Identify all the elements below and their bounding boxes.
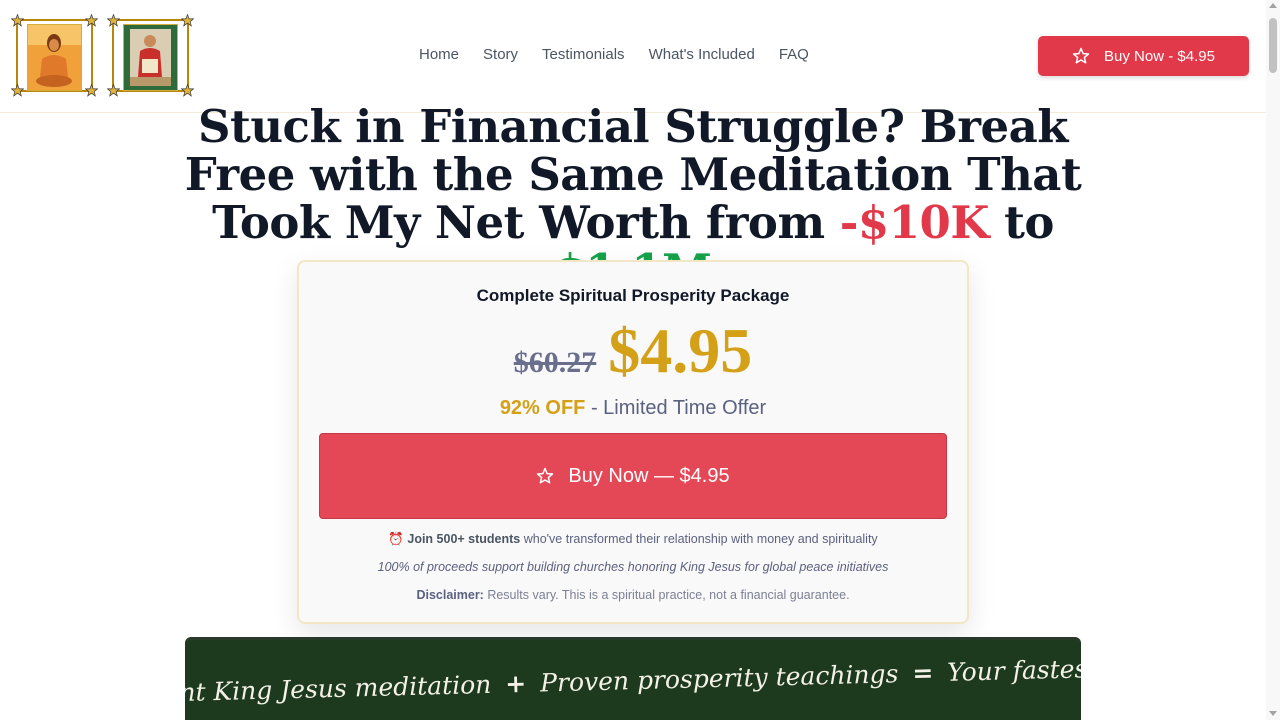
- main-buy-now-label: Buy Now — $4.95: [568, 464, 730, 487]
- headline-negative-value: -$10K: [839, 196, 990, 249]
- students-count: Join 500+ students: [407, 532, 521, 546]
- nav-faq[interactable]: FAQ: [779, 46, 809, 63]
- star-outline-icon: [1072, 47, 1090, 64]
- nav-home[interactable]: Home: [419, 46, 459, 63]
- disclaimer-note: Disclaimer: Results vary. This is a spir…: [299, 588, 967, 602]
- proceeds-note: 100% of proceeds support building church…: [377, 560, 889, 574]
- discount-text: - Limited Time Offer: [585, 397, 767, 419]
- star-icon: [11, 14, 24, 27]
- king-jesus-portrait-image: [123, 24, 178, 91]
- discount-line: 92% OFF - Limited Time Offer: [299, 397, 967, 420]
- chalkboard-equation: nt King Jesus meditation + Proven prosperi…: [185, 650, 1081, 707]
- star-icon: [181, 84, 194, 97]
- old-price: $60.27: [513, 346, 597, 379]
- new-price: $4.95: [608, 315, 753, 386]
- star-icon: [85, 84, 98, 97]
- header-buy-now-button[interactable]: Buy Now - $4.95: [1038, 36, 1249, 76]
- star-icon: [107, 84, 120, 97]
- main-buy-now-button[interactable]: Buy Now — $4.95: [319, 433, 947, 519]
- nav-whats-included[interactable]: What's Included: [649, 46, 755, 63]
- students-note: ⏰ Join 500+ students who've transformed …: [299, 532, 967, 547]
- chalkboard-banner: nt King Jesus meditation + Proven prosperi…: [185, 637, 1081, 720]
- chalk-part-2: Proven prosperity teachings: [539, 659, 899, 698]
- disclaimer-label: Disclaimer:: [416, 588, 484, 602]
- students-text: who've transformed their relationship wi…: [520, 532, 878, 546]
- price-row: $60.27 $4.95: [299, 314, 967, 388]
- star-outline-icon: [537, 467, 554, 484]
- nav-story[interactable]: Story: [483, 46, 518, 63]
- star-icon: [11, 84, 24, 97]
- offer-card: Complete Spiritual Prosperity Package $6…: [297, 260, 969, 624]
- page-scrollbar[interactable]: [1266, 0, 1280, 720]
- site-header: Home Story Testimonials What's Included …: [0, 0, 1266, 113]
- scroll-down-arrow-icon[interactable]: [1269, 711, 1277, 716]
- chalk-equals: =: [911, 658, 934, 688]
- logo-portrait-king-jesus[interactable]: [107, 14, 194, 97]
- headline-connector: to: [988, 196, 1054, 249]
- star-icon: [85, 14, 98, 27]
- chalk-part-1: nt King Jesus meditation: [185, 669, 492, 707]
- logo-portrait-master[interactable]: [11, 14, 98, 97]
- header-buy-now-label: Buy Now - $4.95: [1104, 47, 1215, 65]
- chalk-plus: +: [504, 668, 527, 699]
- chalk-part-3: Your fastest path to abun: [946, 650, 1081, 687]
- disclaimer-text: Results vary. This is a spiritual practi…: [483, 588, 850, 602]
- alarm-clock-icon: ⏰: [388, 532, 404, 546]
- nav-testimonials[interactable]: Testimonials: [542, 46, 625, 63]
- star-icon: [107, 14, 120, 27]
- scroll-up-arrow-icon[interactable]: [1269, 3, 1277, 8]
- scroll-thumb[interactable]: [1269, 18, 1277, 73]
- star-icon: [181, 14, 194, 27]
- offer-title: Complete Spiritual Prosperity Package: [476, 286, 790, 305]
- master-portrait-image: [27, 24, 82, 91]
- main-nav: Home Story Testimonials What's Included …: [419, 46, 809, 63]
- discount-percent: 92% OFF: [499, 397, 586, 419]
